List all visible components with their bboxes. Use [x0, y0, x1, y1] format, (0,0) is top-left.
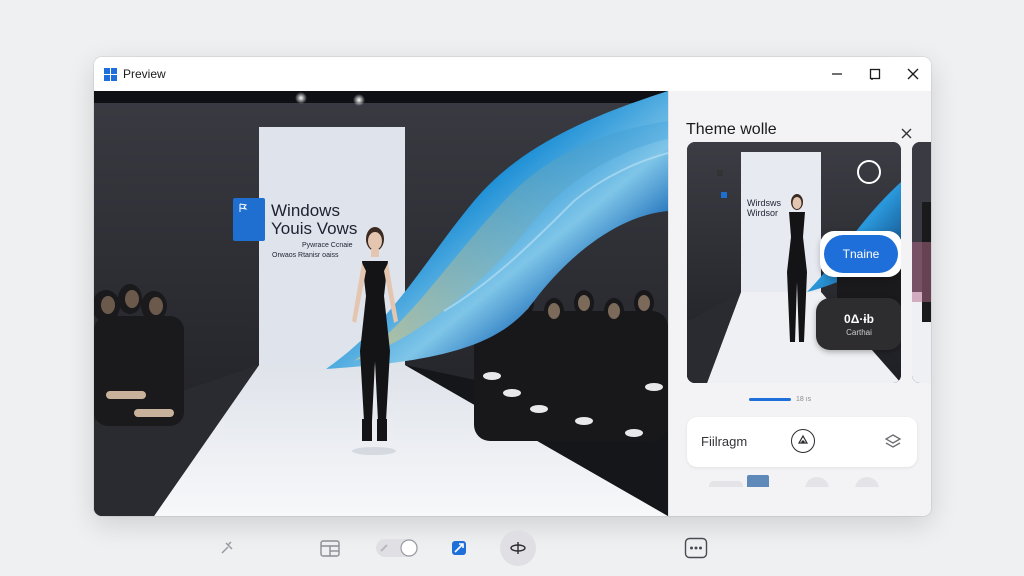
theme-thumbnail[interactable]: Wirdsws Wirdsor Tnaine 0Δ·ɨb Carthai	[687, 142, 901, 383]
pin-icon	[221, 541, 233, 554]
theme-primary-chip: Tnaine	[820, 231, 901, 277]
edit-app-icon	[452, 541, 466, 555]
panel-close-button[interactable]	[896, 123, 916, 143]
runway-photo[interactable]: Windows Youis Vows Pywrace Ccnaie Orwaos…	[94, 91, 668, 516]
maximize-icon	[869, 68, 881, 80]
runway-scene	[94, 91, 668, 516]
thumbnail-pager: 18 ıs	[749, 396, 811, 403]
title-bar: Preview	[94, 57, 931, 91]
minimize-icon	[832, 73, 842, 75]
desktop: Preview Windows Youis Vows Pywrace Ccnai…	[0, 0, 1024, 576]
pager-count: 18 ıs	[796, 396, 812, 403]
window-title: Preview	[123, 67, 166, 81]
filter-label: Fiilragm	[701, 434, 748, 449]
close-button[interactable]	[894, 57, 931, 91]
secondary-label: Carthai	[846, 327, 872, 337]
more-options-row	[709, 475, 879, 487]
secondary-value: 0Δ·ɨb	[844, 311, 874, 326]
taskbar-pin-button[interactable]	[209, 530, 245, 566]
theme-secondary-button[interactable]: 0Δ·ɨb Carthai	[816, 298, 901, 350]
maximize-button[interactable]	[856, 57, 894, 91]
toggle-icon	[376, 539, 418, 557]
backdrop-caption-1: Pywrace Ccnaie	[302, 242, 353, 249]
share-icon	[510, 542, 526, 554]
filter-row[interactable]: Fiilragm	[687, 417, 917, 467]
preview-window: Preview Windows Youis Vows Pywrace Ccnai…	[94, 57, 931, 516]
backdrop-subtitle: Youis Vows	[271, 219, 358, 238]
minimize-button[interactable]	[818, 57, 856, 91]
filter-badge-button[interactable]	[791, 429, 815, 453]
taskbar-widgets-button[interactable]	[312, 530, 348, 566]
taskbar-more-button[interactable]	[678, 530, 714, 566]
taskbar-share-button[interactable]	[500, 530, 536, 566]
widgets-icon	[320, 540, 340, 557]
next-thumbnail-scene	[912, 142, 931, 383]
theme-primary-button[interactable]: Tnaine	[824, 235, 898, 273]
close-icon	[901, 128, 911, 138]
pager-progress	[749, 398, 791, 401]
theme-panel: Theme wolle Wirdsws Wirdsor Tnaine 0Δ·ɨb…	[668, 91, 931, 516]
panel-title: Theme wolle	[686, 121, 777, 138]
backdrop-title: Windows	[271, 201, 340, 220]
close-icon	[907, 68, 919, 80]
layers-icon[interactable]	[883, 432, 903, 452]
more-icon	[684, 537, 708, 559]
windows-logo-icon	[104, 68, 117, 81]
taskbar-toggle-button[interactable]	[373, 530, 421, 566]
taskbar-edit-app-button[interactable]	[441, 530, 477, 566]
backdrop-caption-2: Orwaos Rtanisr oaiss	[272, 252, 339, 259]
flag-icon	[239, 203, 248, 212]
thumbnail-backdrop-line-1: Wirdsws	[747, 198, 781, 208]
next-theme-thumbnail[interactable]	[912, 142, 931, 383]
badge-icon	[797, 434, 809, 444]
thumbnail-backdrop-line-2: Wirdsor	[747, 208, 778, 218]
selection-ring-icon[interactable]	[857, 160, 881, 184]
taskbar	[0, 524, 1024, 576]
